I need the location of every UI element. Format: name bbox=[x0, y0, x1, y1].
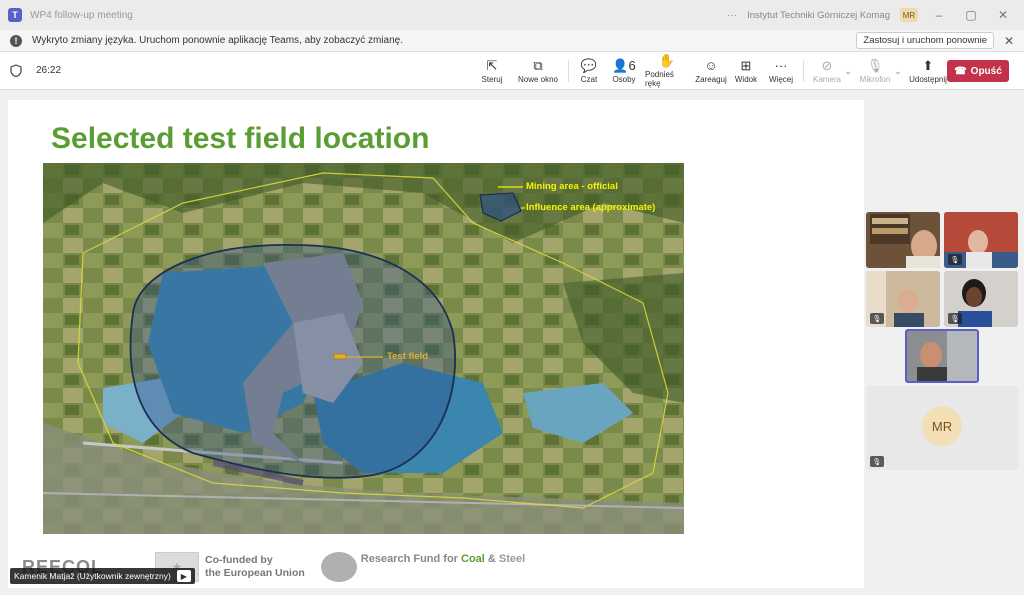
rfcs-logo-icon bbox=[320, 552, 357, 582]
info-icon: ! bbox=[10, 34, 22, 47]
new-window-icon: ⧉ bbox=[533, 57, 543, 73]
people-label: Osoby bbox=[612, 74, 636, 84]
share-button[interactable]: ⬆ Udostępnij bbox=[908, 52, 948, 90]
user-avatar[interactable]: MR bbox=[900, 8, 918, 22]
restart-button[interactable]: Zastosuj i uruchom ponownie bbox=[856, 32, 994, 49]
map-graphic bbox=[43, 163, 684, 534]
notification-bar: ! Wykryto zmiany języka. Uruchom ponowni… bbox=[0, 30, 1024, 52]
rfcs-steel: Steel bbox=[498, 553, 526, 565]
mic-off-icon: 🎙 bbox=[948, 254, 962, 265]
view-button[interactable]: ⊞ Widok bbox=[733, 52, 759, 90]
rfcs-coal: Coal bbox=[461, 553, 485, 565]
camera-off-icon: ⊘ bbox=[821, 57, 833, 73]
more-icon: ··· bbox=[774, 57, 788, 73]
rfcs-amp: & bbox=[484, 553, 499, 565]
chat-icon: 💬 bbox=[580, 57, 598, 73]
teams-app-icon: T bbox=[8, 8, 22, 22]
shield-icon bbox=[10, 64, 22, 78]
rfcs-text: Research Fund for Coal & Steel bbox=[361, 553, 525, 565]
minimize-button[interactable]: – bbox=[928, 8, 950, 22]
mic-off-icon: 🎙 bbox=[948, 313, 962, 324]
smiley-icon: ☺ bbox=[704, 57, 718, 73]
cofunded-text: Co-funded by the European Union bbox=[205, 554, 305, 580]
new-window-label: Nowe okno bbox=[517, 74, 559, 84]
more-options-icon[interactable]: ··· bbox=[727, 10, 737, 21]
raise-hand-label: Podnieś rękę bbox=[645, 70, 674, 88]
meeting-stage: Selected test field location Mining area… bbox=[0, 90, 1024, 595]
chat-button[interactable]: 💬 Czat bbox=[577, 52, 601, 90]
microphone-options-chevron-icon[interactable]: ⌄ bbox=[892, 66, 904, 77]
cofunded-line-1: Co-funded by bbox=[205, 554, 273, 566]
participant-tile[interactable]: 🎙 bbox=[944, 212, 1018, 268]
camera-label: Kamera bbox=[812, 74, 841, 84]
participant-tile[interactable] bbox=[866, 212, 940, 268]
people-button[interactable]: 👤6 Osoby bbox=[609, 52, 639, 90]
share-label: Udostępnij bbox=[909, 74, 947, 84]
phone-icon: ☎ bbox=[954, 65, 967, 77]
more-label: Więcej bbox=[768, 74, 793, 84]
slide-title: Selected test field location bbox=[51, 122, 430, 155]
microphone-off-icon: 🎙 bbox=[866, 57, 884, 73]
react-label: Zareaguj bbox=[695, 74, 727, 84]
participant-tile[interactable]: 🎙 bbox=[944, 271, 1018, 327]
participant-video bbox=[866, 212, 940, 268]
presenter-name-tag: Kamenik Matjaž (Użytkownik zewnętrzny) ▶ bbox=[10, 568, 195, 584]
share-icon: ⬆ bbox=[922, 57, 934, 73]
meeting-toolbar: 26:22 ⇱ Steruj ⧉ Nowe okno 💬 Czat 👤6 Oso… bbox=[0, 52, 1024, 90]
notification-text: Wykryto zmiany języka. Uruchom ponownie … bbox=[32, 35, 403, 46]
toolbar-divider bbox=[803, 60, 804, 82]
participant-video bbox=[907, 331, 977, 381]
participant-avatar: MR bbox=[922, 406, 962, 446]
leave-label: Opuść bbox=[970, 65, 1002, 77]
window-title: WP4 follow-up meeting bbox=[30, 9, 133, 21]
mic-off-icon: 🎙 bbox=[870, 313, 884, 324]
hand-icon: ✋ bbox=[658, 53, 676, 68]
control-icon: ⇱ bbox=[486, 57, 498, 73]
meeting-timer: 26:22 bbox=[36, 65, 62, 76]
new-window-button[interactable]: ⧉ Nowe okno bbox=[516, 52, 560, 90]
close-window-button[interactable]: ✕ bbox=[992, 8, 1014, 22]
mic-off-icon: 🎙 bbox=[870, 456, 884, 467]
toolbar-divider bbox=[568, 60, 569, 82]
control-label: Steruj bbox=[481, 74, 503, 84]
leave-button[interactable]: ☎ Opuść bbox=[947, 60, 1009, 82]
shared-slide: Selected test field location Mining area… bbox=[8, 100, 864, 588]
people-icon: 👤6 bbox=[612, 57, 636, 73]
react-button[interactable]: ☺ Zareaguj bbox=[693, 52, 729, 90]
microphone-label: Mikrofon bbox=[859, 74, 891, 84]
legend-influence-area: Influence area (approximate) bbox=[526, 202, 656, 213]
control-button[interactable]: ⇱ Steruj bbox=[478, 52, 506, 90]
camera-button[interactable]: ⊘ Kamera bbox=[812, 52, 842, 90]
organization-name: Instytut Techniki Górniczej Komag bbox=[747, 9, 890, 21]
more-button[interactable]: ··· Więcej bbox=[767, 52, 795, 90]
presenter-name: Kamenik Matjaž (Użytkownik zewnętrzny) bbox=[14, 571, 171, 581]
participant-tile[interactable]: 🎙 bbox=[866, 271, 940, 327]
raise-hand-button[interactable]: ✋ Podnieś rękę bbox=[645, 52, 689, 90]
view-label: Widok bbox=[734, 74, 758, 84]
participant-tile-no-video[interactable]: MR 🎙 bbox=[866, 386, 1018, 470]
camera-options-chevron-icon[interactable]: ⌄ bbox=[842, 66, 854, 77]
participant-tile-active-speaker[interactable] bbox=[905, 329, 979, 383]
maximize-button[interactable]: ▢ bbox=[960, 8, 982, 22]
title-bar: T WP4 follow-up meeting ··· Instytut Tec… bbox=[0, 0, 1024, 30]
test-field-label: Test field bbox=[387, 351, 428, 362]
rfcs-prefix: Research Fund for bbox=[360, 553, 462, 565]
aerial-map: Mining area - official Influence area (a… bbox=[43, 163, 684, 534]
close-notification-icon[interactable]: ✕ bbox=[998, 34, 1020, 48]
microphone-button[interactable]: 🎙 Mikrofon bbox=[858, 52, 892, 90]
legend-mining-area-official: Mining area - official bbox=[526, 181, 618, 192]
grid-icon: ⊞ bbox=[740, 57, 752, 73]
chat-label: Czat bbox=[580, 74, 598, 84]
camera-icon: ▶ bbox=[176, 570, 191, 582]
cofunded-line-2: the European Union bbox=[205, 567, 305, 579]
